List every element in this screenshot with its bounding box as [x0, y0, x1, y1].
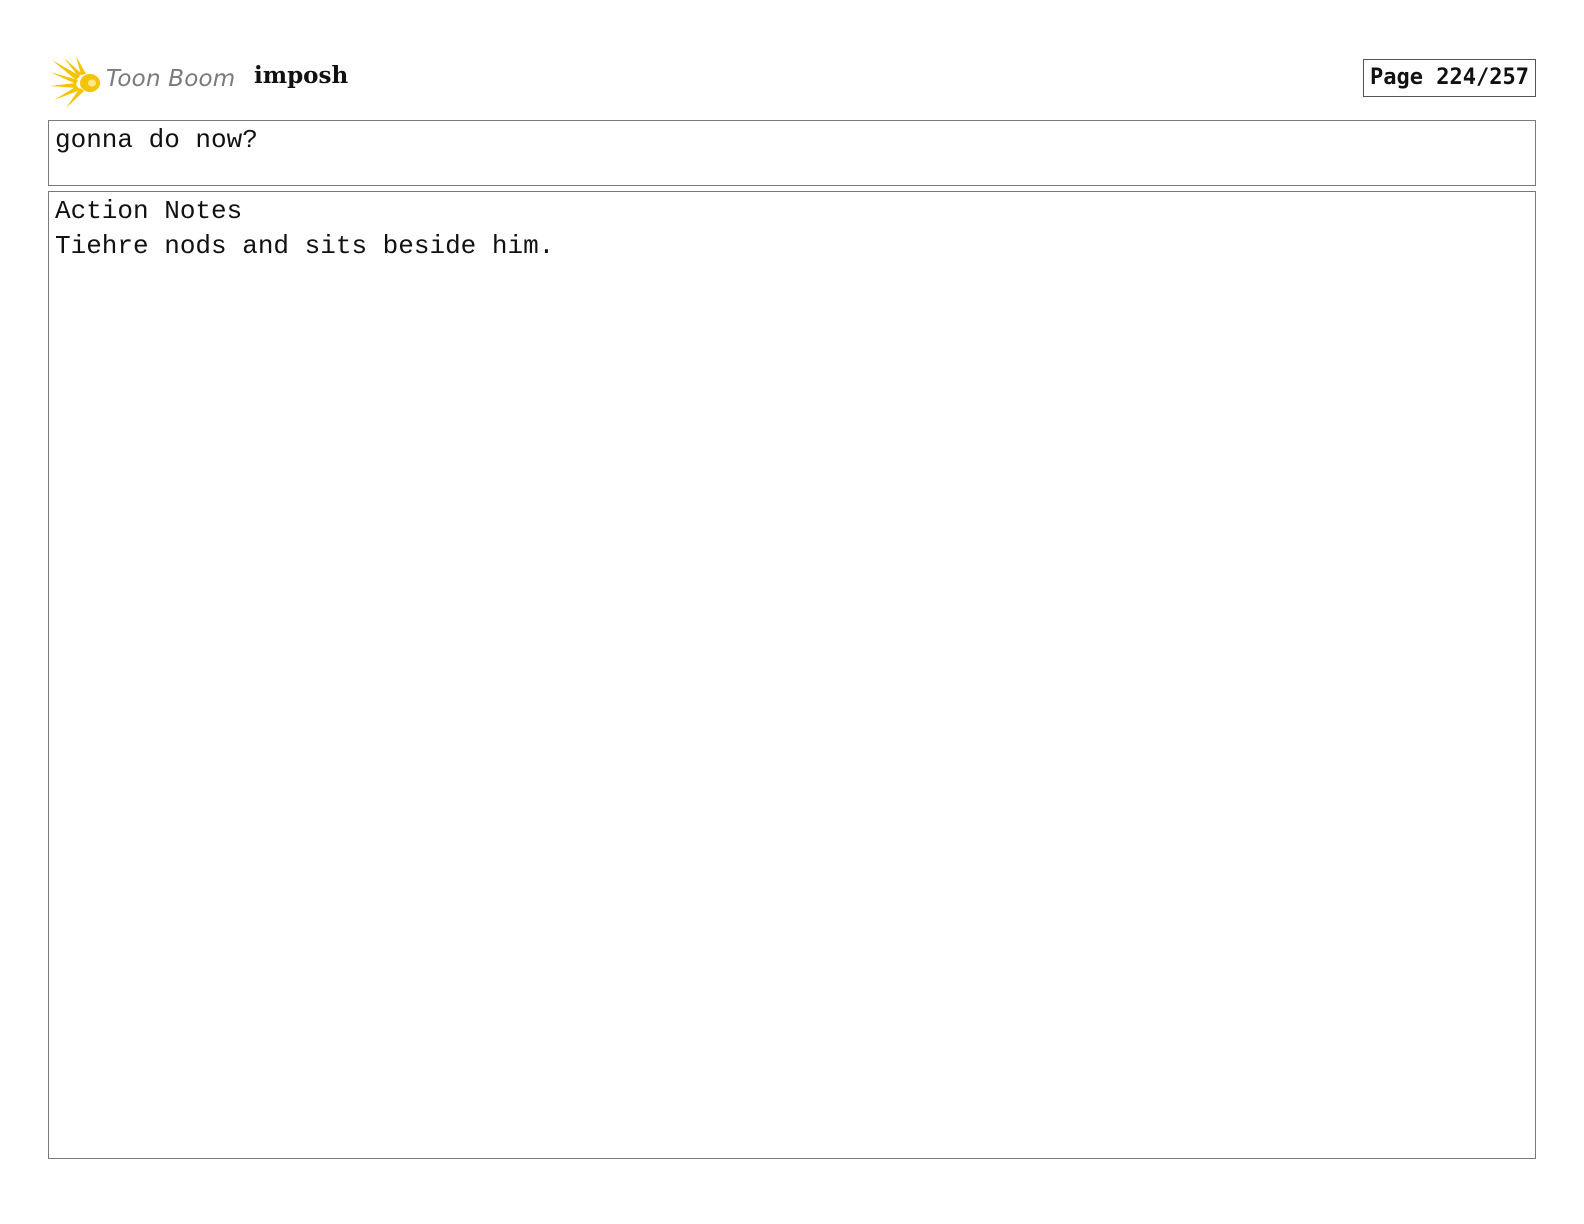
action-notes-label: Action Notes: [55, 196, 243, 226]
action-notes-text: Tiehre nods and sits beside him.: [55, 231, 555, 261]
action-notes-panel: Action Notes Tiehre nods and sits beside…: [48, 191, 1536, 1159]
dialogue-text: gonna do now?: [55, 125, 258, 155]
logo-text: Toon Boom: [106, 66, 236, 92]
page-header: Toon Boom imposh Page 224/257: [48, 52, 1536, 108]
dialogue-panel: gonna do now?: [48, 120, 1536, 186]
project-title: imposh: [254, 62, 349, 89]
toon-boom-logo: Toon Boom: [50, 56, 240, 108]
toon-boom-logo-icon: [50, 56, 100, 108]
page-number: Page 224/257: [1363, 59, 1536, 97]
